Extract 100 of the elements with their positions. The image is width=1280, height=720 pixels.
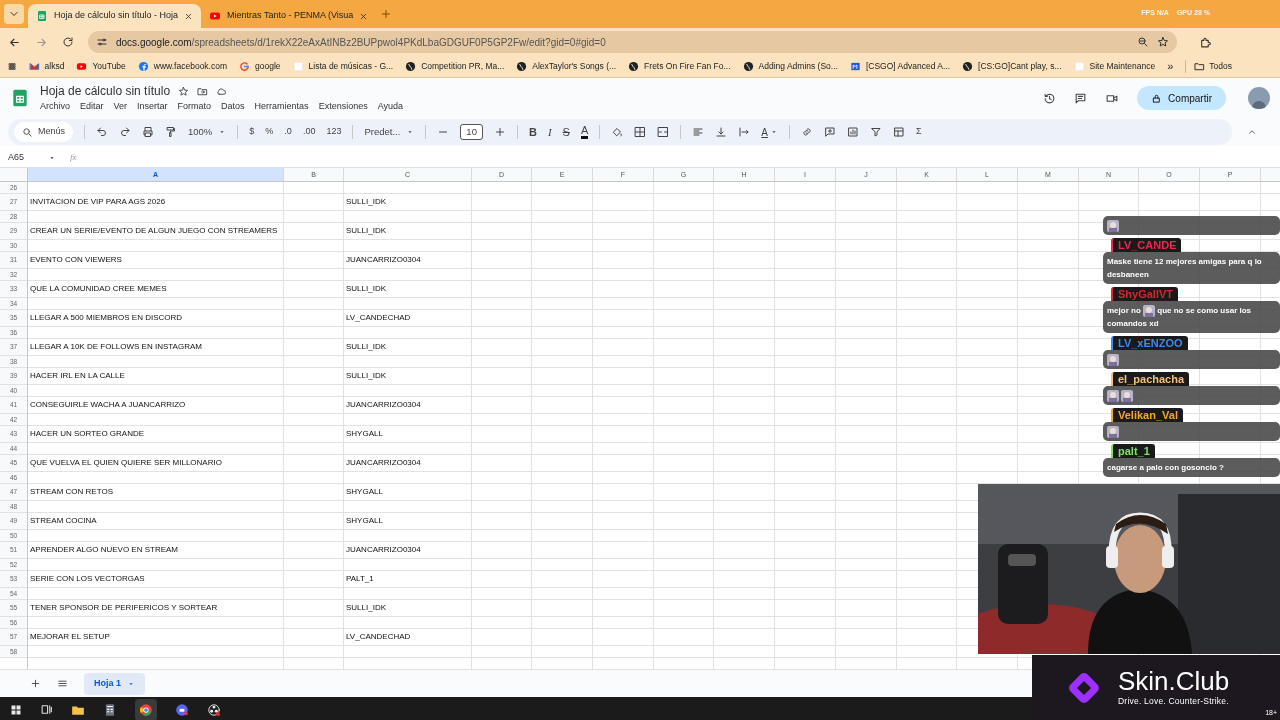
chart-icon[interactable] xyxy=(846,126,859,138)
bookmark[interactable]: Lista de músicas - G... xyxy=(292,60,394,73)
link-icon[interactable] xyxy=(800,126,813,138)
menu-item[interactable]: Datos xyxy=(221,100,245,114)
calculator-icon[interactable] xyxy=(103,702,117,717)
table-cell-text: SULLI_IDK xyxy=(345,370,388,382)
merge-cells-icon[interactable] xyxy=(657,126,670,138)
plus-icon[interactable] xyxy=(493,126,506,138)
brand-name: Skin.Club xyxy=(1118,667,1230,696)
zoom-icon[interactable] xyxy=(1137,36,1149,48)
dropdown[interactable]: Predet... xyxy=(364,124,415,140)
close-icon[interactable] xyxy=(184,11,194,21)
table-cell-text: JUANCARRIZO0304 xyxy=(345,544,422,556)
browser-tab[interactable]: Hoja de cálculo sin título - Hoja xyxy=(28,4,202,28)
browser-tab[interactable]: Mientras Tanto - PENMA (Visua xyxy=(201,4,377,28)
menu-item[interactable]: Ayuda xyxy=(377,100,403,114)
browser-icon[interactable] xyxy=(139,702,153,717)
url-host: docs.google.com xyxy=(116,36,192,48)
menu-icon[interactable] xyxy=(57,678,68,689)
toolbar-button[interactable]: 123 xyxy=(326,125,342,139)
name-box[interactable]: A65 xyxy=(0,150,60,165)
globe-icon xyxy=(962,61,974,72)
cloud-icon[interactable] xyxy=(216,85,228,97)
menu-item[interactable]: Formato xyxy=(177,100,212,114)
text-rotation-button[interactable]: A xyxy=(761,124,778,140)
bookmark[interactable]: [CS:GO]Cant play, s... xyxy=(962,60,1062,73)
toolbar-button[interactable]: .0 xyxy=(284,125,292,139)
chat-app-icon[interactable] xyxy=(175,702,189,717)
comment-icon[interactable] xyxy=(1074,91,1088,105)
globe-icon xyxy=(405,61,417,72)
toolbar-button[interactable]: Σ xyxy=(915,125,922,139)
add-sheet-icon[interactable] xyxy=(30,678,41,689)
address-bar[interactable]: docs.google.com/spreadsheets/d/1rekX22eAxAtINBz2BUPpwol4PKdLbaGDGUF0P5GP2Fw/edit?gid=0#gid=0 xyxy=(88,31,1177,53)
menu-item[interactable]: Herramientas xyxy=(254,100,309,114)
table-cell-text: HACER IRL EN LA CALLE xyxy=(29,370,126,382)
emote-icon xyxy=(1107,353,1119,366)
redo-icon[interactable] xyxy=(119,126,131,138)
bookmark[interactable]: AlexTaylor's Songs (... xyxy=(516,60,617,73)
emote-icon xyxy=(1143,304,1155,317)
play-logo-icon xyxy=(76,61,88,72)
menu-item[interactable]: Ver xyxy=(113,100,128,114)
flag-icon xyxy=(849,61,861,72)
table-cell-text: EVENTO CON VIEWERS xyxy=(29,254,123,266)
bookmark[interactable]: Site Maintenance xyxy=(1073,60,1156,73)
close-icon[interactable] xyxy=(359,11,369,21)
all-bookmarks-button[interactable]: Todos xyxy=(1185,60,1232,73)
bookmark[interactable]: Adding Admins (So... xyxy=(742,60,838,73)
bookmark[interactable]: google xyxy=(239,60,281,73)
borders-icon[interactable] xyxy=(634,126,647,138)
bookmark[interactable]: [CSGO] Advanced A... xyxy=(849,60,951,73)
bookmark[interactable]: alksd xyxy=(28,60,65,73)
emote-icon xyxy=(1107,425,1119,438)
star-icon[interactable] xyxy=(178,85,190,97)
text-wrap-icon[interactable] xyxy=(738,126,751,138)
f-logo-icon xyxy=(137,61,149,72)
emote-icon xyxy=(1107,219,1119,232)
table-cell-text: MEJORAR EL SETUP xyxy=(29,631,111,643)
bookmark[interactable]: Competition PR, Ma... xyxy=(405,60,505,73)
toolbar-button[interactable]: $ xyxy=(249,125,255,139)
lock-icon xyxy=(1151,92,1163,104)
table-cell-text: JUANCARRIZO0304 xyxy=(345,399,422,411)
font-size-field[interactable]: 10 xyxy=(460,124,483,140)
add-comment-icon[interactable] xyxy=(823,126,836,138)
strikethrough-button[interactable]: S xyxy=(562,123,570,141)
print-icon[interactable] xyxy=(142,126,154,138)
reload-icon[interactable] xyxy=(62,36,74,48)
record-app-icon[interactable] xyxy=(207,702,221,717)
menu-search-field[interactable]: Menús xyxy=(14,122,73,142)
star-icon[interactable] xyxy=(1157,36,1169,48)
dropdown[interactable]: 100% xyxy=(188,124,227,140)
share-button[interactable]: Compartir xyxy=(1137,86,1226,110)
menu-item[interactable]: Archivo xyxy=(40,100,70,114)
bold-button[interactable]: B xyxy=(528,123,537,141)
history-icon[interactable] xyxy=(1043,91,1057,105)
menu-item[interactable]: Editar xyxy=(80,100,104,114)
puzzle-icon[interactable] xyxy=(1199,35,1212,49)
avatar[interactable] xyxy=(1248,87,1270,109)
table-cell-text: SHYGALL xyxy=(345,486,384,498)
sheet-tab[interactable]: Hoja 1 xyxy=(84,672,145,695)
collapse-icon[interactable] xyxy=(1247,127,1257,137)
vertical-align-icon[interactable] xyxy=(715,126,728,138)
move-folder-icon[interactable] xyxy=(197,85,209,97)
menu-item[interactable]: Insertar xyxy=(137,100,168,114)
menu-item[interactable]: Extensiones xyxy=(318,100,368,114)
undo-icon[interactable] xyxy=(96,126,108,138)
document-title[interactable]: Hoja de cálculo sin título xyxy=(40,82,171,101)
filter-icon[interactable] xyxy=(869,126,882,138)
italic-button[interactable]: I xyxy=(547,123,552,141)
toolbar-button[interactable]: % xyxy=(265,125,274,139)
bookmark[interactable]: www.facebook.com xyxy=(137,60,228,73)
text-color-button[interactable]: A xyxy=(580,125,589,139)
bookmark[interactable]: Frets On Fire Fan Fo... xyxy=(628,60,731,73)
bookmark[interactable]: YouTube xyxy=(76,60,126,73)
windows-icon[interactable] xyxy=(10,703,22,716)
task-view-icon[interactable] xyxy=(40,703,53,716)
fill-color-icon[interactable] xyxy=(611,126,624,138)
more-bookmarks-button[interactable]: » xyxy=(1167,58,1174,75)
table-view-icon[interactable] xyxy=(892,126,905,138)
toolbar-button[interactable]: .00 xyxy=(302,125,316,139)
chat-username: el_pachacha xyxy=(1111,372,1190,386)
